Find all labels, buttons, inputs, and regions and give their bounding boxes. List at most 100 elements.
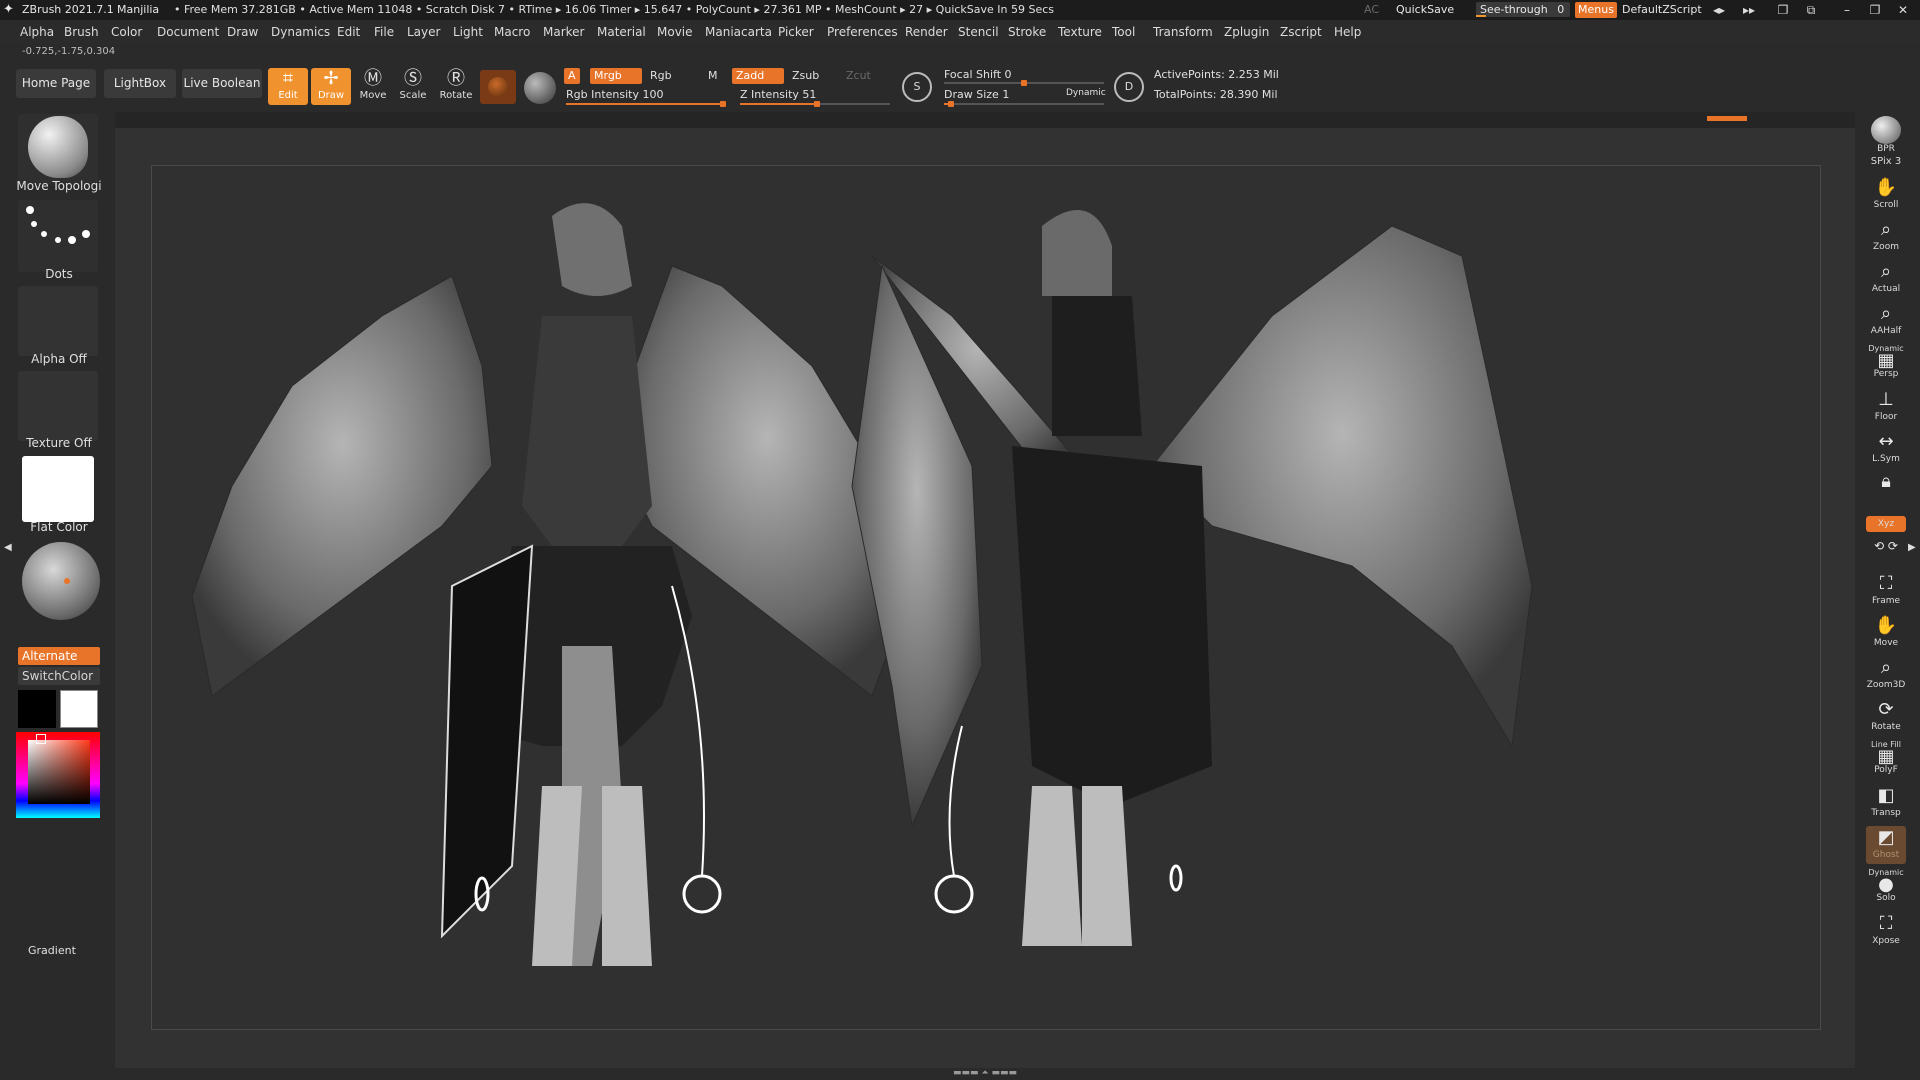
menu-draw[interactable]: Draw: [227, 20, 258, 44]
menu-alpha[interactable]: Alpha: [20, 20, 54, 44]
menu-macro[interactable]: Macro: [494, 20, 530, 44]
ui-scale-down-icon[interactable]: ◂▸: [1708, 0, 1730, 20]
menu-help[interactable]: Help: [1334, 20, 1361, 44]
switch-color-button[interactable]: SwitchColor: [18, 667, 100, 685]
ui-scale-up-icon[interactable]: ▸▸: [1738, 0, 1760, 20]
floor-button[interactable]: ⊥ Floor: [1866, 388, 1906, 426]
zoom3d-button[interactable]: ⌕ Zoom3D: [1866, 656, 1906, 694]
z-intensity-knob[interactable]: [814, 101, 820, 107]
xyz-button[interactable]: Xyz: [1866, 516, 1906, 532]
rotate-axis-buttons[interactable]: ⟲ ⟳: [1866, 534, 1906, 564]
move-tool-button[interactable]: Ⓜ Move: [353, 68, 393, 105]
brush-material-icon[interactable]: [524, 72, 556, 104]
focal-shift-knob[interactable]: [1021, 80, 1027, 86]
zcut-button[interactable]: Zcut: [842, 68, 875, 84]
alpha-slot[interactable]: [18, 286, 98, 356]
lightbox-button[interactable]: LightBox: [104, 69, 176, 98]
solo-button[interactable]: Dynamic ● Solo: [1866, 868, 1906, 906]
zsub-button[interactable]: Zsub: [788, 68, 823, 84]
scale-tool-button[interactable]: Ⓢ Scale: [393, 68, 433, 105]
dynamic-toggle[interactable]: Dynamic: [1066, 88, 1106, 98]
secondary-color-swatch[interactable]: [60, 690, 98, 728]
menu-stroke[interactable]: Stroke: [1008, 20, 1046, 44]
focal-shift-track[interactable]: [944, 80, 1104, 86]
transp-button[interactable]: ◧ Transp: [1866, 784, 1906, 822]
rotate-view-button[interactable]: ⟳ Rotate: [1866, 698, 1906, 736]
rotate-tool-button[interactable]: Ⓡ Rotate: [436, 68, 476, 105]
actual-button[interactable]: ⌕ Actual: [1866, 260, 1906, 298]
draw-tool-button[interactable]: ✢ Draw: [311, 68, 351, 105]
see-through-slider[interactable]: See-through 0: [1476, 2, 1570, 17]
color-picker-cursor[interactable]: [36, 734, 46, 744]
scroll-button[interactable]: ✋ Scroll: [1866, 176, 1906, 214]
menu-file[interactable]: File: [374, 20, 394, 44]
ghost-button[interactable]: ◩ Ghost: [1866, 826, 1906, 864]
stroke-slot[interactable]: [18, 200, 98, 272]
menu-light[interactable]: Light: [453, 20, 483, 44]
window-layout-icon[interactable]: ⧉: [1800, 0, 1822, 20]
menu-movie[interactable]: Movie: [657, 20, 693, 44]
color-picker[interactable]: [16, 732, 100, 818]
persp-button[interactable]: Dynamic ▦ Persp: [1866, 344, 1906, 382]
lsym-button[interactable]: ↔ L.Sym: [1866, 430, 1906, 468]
menu-material[interactable]: Material: [597, 20, 646, 44]
primary-color-swatch[interactable]: [18, 690, 56, 728]
document-scroll-indicator[interactable]: [1707, 116, 1747, 121]
menu-preferences[interactable]: Preferences: [827, 20, 898, 44]
color-picker-square[interactable]: [28, 740, 90, 804]
aahalf-button[interactable]: ⌕ AAHalf: [1866, 302, 1906, 340]
rgb-intensity-knob[interactable]: [720, 101, 726, 107]
minimize-icon[interactable]: –: [1836, 0, 1858, 20]
frame-button[interactable]: ⛶ Frame: [1866, 572, 1906, 610]
menu-zscript[interactable]: Zscript: [1280, 20, 1322, 44]
material-sphere-icon[interactable]: [22, 542, 100, 620]
bpr-button[interactable]: BPR: [1866, 116, 1906, 154]
lock-button[interactable]: 🔒︎: [1866, 470, 1906, 508]
edit-tool-button[interactable]: ⌗ Edit: [268, 68, 308, 105]
flat-color-swatch[interactable]: [22, 456, 94, 522]
quicksave-button[interactable]: QuickSave: [1396, 0, 1454, 20]
menu-brush[interactable]: Brush: [64, 20, 99, 44]
mrgb-button[interactable]: Mrgb: [590, 68, 642, 84]
zoom-button[interactable]: ⌕ Zoom: [1866, 218, 1906, 256]
z-intensity-track[interactable]: [740, 101, 890, 107]
menus-toggle[interactable]: Menus: [1575, 2, 1617, 18]
default-zscript-button[interactable]: DefaultZScript: [1622, 0, 1702, 20]
gradient-button[interactable]: Gradient: [28, 944, 88, 957]
menu-marker[interactable]: Marker: [543, 20, 584, 44]
menu-texture[interactable]: Texture: [1058, 20, 1102, 44]
a-toggle[interactable]: A: [564, 68, 580, 84]
focal-shift-slider[interactable]: Focal Shift 0: [944, 68, 1012, 81]
xpose-button[interactable]: ⛶ Xpose: [1866, 912, 1906, 950]
zadd-button[interactable]: Zadd: [732, 68, 784, 84]
menu-document[interactable]: Document: [157, 20, 219, 44]
menu-zplugin[interactable]: Zplugin: [1224, 20, 1269, 44]
brush-slot[interactable]: [18, 114, 98, 184]
polyf-button[interactable]: Line Fill ▦ PolyF: [1866, 740, 1906, 778]
menu-color[interactable]: Color: [111, 20, 142, 44]
texture-slot[interactable]: [18, 371, 98, 441]
lazymouse-d-icon[interactable]: D: [1114, 72, 1144, 102]
menu-picker[interactable]: Picker: [778, 20, 814, 44]
draw-size-track[interactable]: [944, 101, 1104, 107]
menu-stencil[interactable]: Stencil: [958, 20, 999, 44]
material-swatch[interactable]: [480, 70, 516, 104]
window-tile-icon[interactable]: ❐: [1772, 0, 1794, 20]
menu-transform[interactable]: Transform: [1153, 20, 1213, 44]
menu-edit[interactable]: Edit: [337, 20, 360, 44]
spix-button[interactable]: SPix 3: [1866, 156, 1906, 170]
bottom-tray-handle[interactable]: ▬▬▬ ⏶ ▬▬▬: [920, 1068, 1050, 1078]
draw-size-slider[interactable]: Draw Size 1: [944, 88, 1009, 101]
live-boolean-button[interactable]: Live Boolean: [182, 69, 262, 98]
menu-tool[interactable]: Tool: [1112, 20, 1135, 44]
draw-size-knob[interactable]: [948, 101, 954, 107]
rgb-button[interactable]: Rgb: [646, 68, 676, 84]
menu-render[interactable]: Render: [905, 20, 948, 44]
close-icon[interactable]: ✕: [1892, 0, 1914, 20]
rgb-intensity-slider[interactable]: Rgb Intensity 100: [566, 88, 663, 101]
lazymouse-s-icon[interactable]: S: [902, 72, 932, 102]
menu-maniacarta[interactable]: Maniacarta: [705, 20, 772, 44]
ac-label[interactable]: AC: [1364, 0, 1379, 20]
m-button[interactable]: M: [704, 68, 722, 84]
home-page-button[interactable]: Home Page: [16, 69, 96, 98]
